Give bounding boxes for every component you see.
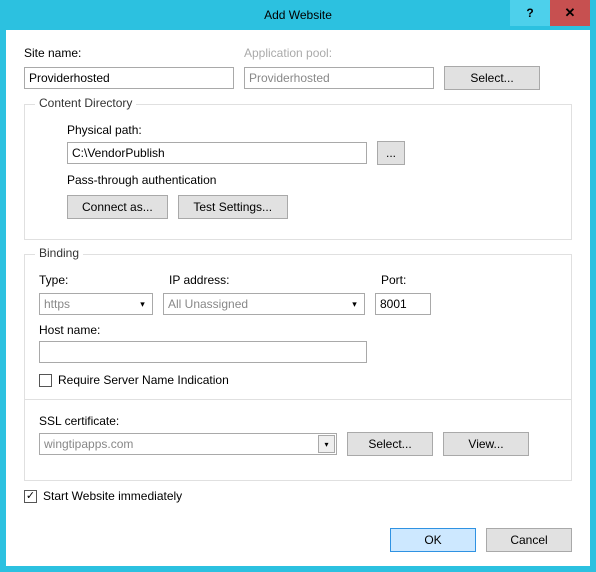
dialog-body: Site name: Application pool: Select... C…	[6, 30, 590, 515]
require-sni-checkbox[interactable]	[39, 374, 52, 387]
port-input[interactable]	[375, 293, 431, 315]
site-name-label: Site name:	[24, 46, 234, 60]
ok-button[interactable]: OK	[390, 528, 476, 552]
window-buttons: ? ✕	[510, 0, 590, 26]
app-pool-input	[244, 67, 434, 89]
start-immediately-label: Start Website immediately	[43, 489, 182, 503]
type-select[interactable]: ▾	[39, 293, 153, 315]
window-title: Add Website	[264, 8, 332, 22]
binding-group: Binding Type: IP address: Port: ▾ ▾ Host…	[24, 254, 572, 481]
ip-address-label: IP address:	[169, 273, 371, 287]
host-name-label: Host name:	[39, 323, 557, 337]
select-app-pool-button[interactable]: Select...	[444, 66, 540, 90]
test-settings-button[interactable]: Test Settings...	[178, 195, 288, 219]
add-website-dialog: Add Website ? ✕ Site name: Application p…	[0, 0, 596, 572]
browse-path-button[interactable]: ...	[377, 141, 405, 165]
require-sni-label: Require Server Name Indication	[58, 373, 229, 387]
binding-divider	[25, 399, 571, 400]
dialog-footer: OK Cancel	[390, 528, 572, 552]
ssl-view-button[interactable]: View...	[443, 432, 529, 456]
content-directory-legend: Content Directory	[35, 96, 136, 110]
cancel-button[interactable]: Cancel	[486, 528, 572, 552]
help-button[interactable]: ?	[510, 0, 550, 26]
site-name-input[interactable]	[24, 67, 234, 89]
binding-legend: Binding	[35, 246, 83, 260]
start-immediately-checkbox[interactable]: ✓	[24, 490, 37, 503]
passthrough-auth-label: Pass-through authentication	[67, 173, 557, 187]
connect-as-button[interactable]: Connect as...	[67, 195, 168, 219]
app-pool-label: Application pool:	[244, 46, 434, 60]
site-name-row: Site name: Application pool:	[24, 46, 572, 60]
host-name-input[interactable]	[39, 341, 367, 363]
physical-path-input[interactable]	[67, 142, 367, 164]
ssl-cert-value[interactable]	[39, 433, 337, 455]
type-label: Type:	[39, 273, 159, 287]
ip-address-value[interactable]	[163, 293, 365, 315]
close-button[interactable]: ✕	[550, 0, 590, 26]
physical-path-label: Physical path:	[67, 123, 557, 137]
type-select-value[interactable]	[39, 293, 153, 315]
ip-address-select[interactable]: ▾	[163, 293, 365, 315]
titlebar: Add Website ? ✕	[6, 0, 590, 30]
ssl-cert-label: SSL certificate:	[39, 414, 557, 428]
ssl-select-button[interactable]: Select...	[347, 432, 433, 456]
content-directory-group: Content Directory Physical path: ... Pas…	[24, 104, 572, 240]
port-label: Port:	[381, 273, 441, 287]
ssl-cert-select[interactable]: ▾	[39, 433, 337, 455]
